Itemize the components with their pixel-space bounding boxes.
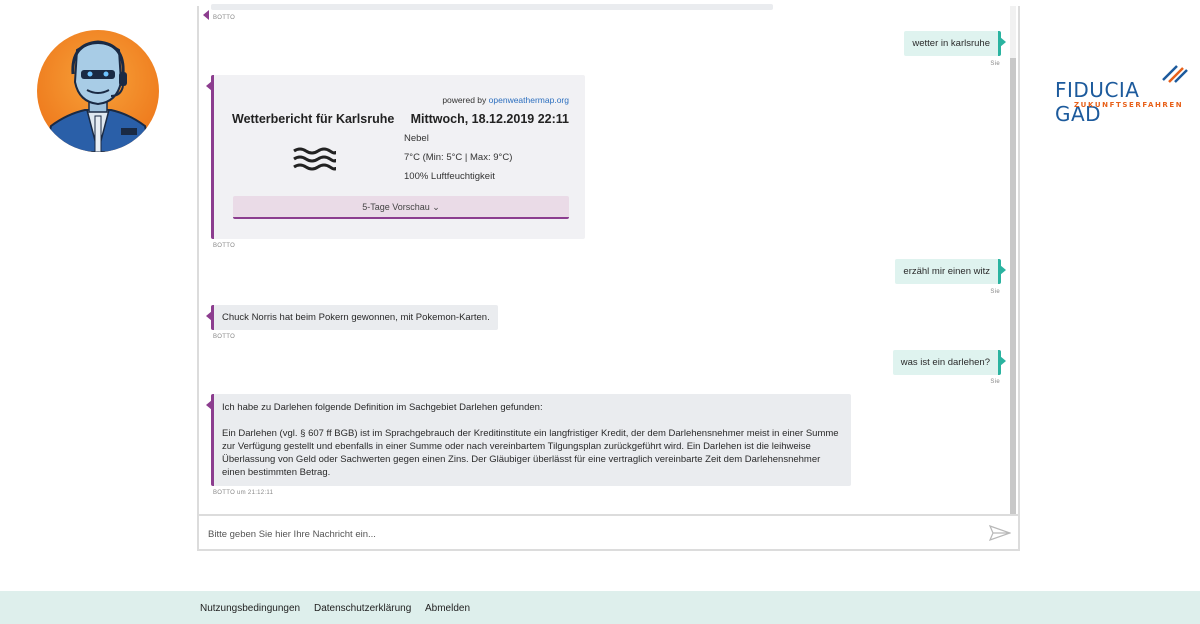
message-text: erzähl mir einen witz: [903, 266, 990, 277]
message-text: Ein Darlehen (vgl. § 607 ff BGB) ist im …: [222, 428, 839, 478]
bot-message: Chuck Norris hat beim Pokern gewonnen, m…: [206, 305, 498, 330]
footer: Nutzungsbedingungen Datenschutzerklärung…: [0, 591, 1200, 624]
forecast-label: 5-Tage Vorschau: [362, 202, 430, 212]
message-composer: [199, 514, 1018, 551]
bot-message-partial: [203, 4, 773, 20]
message-meta: Sie: [990, 379, 1000, 385]
weather-temperature: 7°C (Min: 5°C | Max: 9°C): [404, 152, 513, 163]
message-text: wetter in karlsruhe: [912, 38, 990, 49]
user-message: wetter in karlsruhe: [904, 31, 1006, 56]
chat-window: BOTTO wetter in karlsruhe Sie powered by…: [197, 4, 1020, 551]
message-meta: BOTTO: [213, 334, 236, 340]
powered-by-label: powered by: [442, 95, 487, 105]
message-meta: BOTTO: [213, 243, 236, 249]
message-meta: BOTTO: [213, 15, 236, 21]
scrollbar-thumb[interactable]: [1010, 58, 1016, 514]
footer-link-terms[interactable]: Nutzungsbedingungen: [200, 603, 300, 614]
company-logo: FIDUCIA GAD ZUKUNFTSERFAHREN: [1055, 64, 1190, 126]
user-message: erzähl mir einen witz: [895, 259, 1006, 284]
weather-condition: Nebel: [404, 133, 429, 144]
message-intro: Ich habe zu Darlehen folgende Definition…: [222, 402, 543, 413]
weather-card: powered by openweathermap.org Wetterberi…: [206, 75, 585, 239]
footer-link-logout[interactable]: Abmelden: [425, 603, 470, 614]
logo-mark-icon: [1162, 65, 1188, 83]
message-meta: Sie: [990, 61, 1000, 67]
forecast-toggle-button[interactable]: 5-Tage Vorschau ⌄: [233, 196, 569, 219]
chevron-down-icon: ⌄: [432, 202, 440, 212]
message-meta: BOTTO um 21:12:11: [213, 490, 274, 496]
fog-icon: [293, 147, 336, 171]
send-icon[interactable]: [989, 525, 1011, 541]
user-message: was ist ein darlehen?: [892, 350, 1007, 375]
weather-date: Mittwoch, 18.12.2019 22:11: [410, 112, 569, 126]
bot-avatar: [37, 30, 159, 152]
robot-illustration: [43, 40, 153, 152]
weather-title: Wetterbericht für Karlsruhe: [232, 112, 395, 126]
message-input[interactable]: [208, 526, 968, 542]
message-meta: Sie: [990, 289, 1000, 295]
message-text: Chuck Norris hat beim Pokern gewonnen, m…: [222, 312, 490, 323]
page: FIDUCIA GAD ZUKUNFTSERFAHREN BOTTO wette…: [0, 0, 1200, 624]
weather-powered-by: powered by openweathermap.org: [442, 95, 569, 105]
footer-link-privacy[interactable]: Datenschutzerklärung: [314, 603, 411, 614]
openweathermap-link[interactable]: openweathermap.org: [489, 95, 569, 105]
bot-message: Ich habe zu Darlehen folgende Definition…: [206, 394, 851, 486]
logo-tagline: ZUKUNFTSERFAHREN: [1074, 101, 1184, 109]
weather-humidity: 100% Luftfeuchtigkeit: [404, 171, 495, 182]
message-text: was ist ein darlehen?: [900, 357, 990, 368]
